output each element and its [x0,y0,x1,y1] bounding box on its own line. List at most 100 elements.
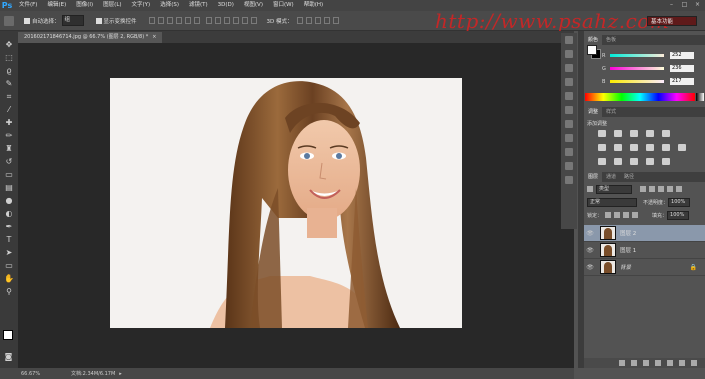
visibility-eye-icon[interactable]: 👁 [585,230,595,237]
clone-source-panel-icon[interactable] [565,134,573,142]
filter-adjustment-icon[interactable] [649,186,655,192]
black-white-icon[interactable] [630,144,638,151]
3d-slide-icon[interactable] [323,17,330,24]
distribute-hcenter-icon[interactable] [241,17,248,24]
quick-mask-icon[interactable]: ◙ [3,351,14,362]
character-panel-icon[interactable] [565,64,573,72]
maximize-button[interactable]: □ [680,1,689,9]
exposure-icon[interactable] [646,130,654,137]
posterize-icon[interactable] [614,158,622,165]
actions-panel-icon[interactable] [565,106,573,114]
paragraph-panel-icon[interactable] [565,78,573,86]
threshold-icon[interactable] [630,158,638,165]
close-button[interactable]: × [693,1,702,9]
menu-file[interactable]: 文件(F) [14,0,42,11]
menu-3d[interactable]: 3D(D) [213,0,239,11]
vibrance-icon[interactable] [662,130,670,137]
gradient-tool-icon[interactable]: ▤ [4,182,15,193]
filter-smart-object-icon[interactable] [676,186,682,192]
layer-row[interactable]: 👁 背景 🔒 [584,259,705,276]
3d-rotate-icon[interactable] [296,17,303,24]
hand-tool-icon[interactable]: ✋ [4,273,15,284]
distribute-bottom-icon[interactable] [223,17,230,24]
lasso-tool-icon[interactable]: ϱ [4,65,15,76]
zoom-tool-icon[interactable]: ⚲ [4,286,15,297]
align-vcenter-icon[interactable] [157,17,164,24]
hue-saturation-icon[interactable] [598,144,606,151]
brightness-contrast-icon[interactable] [598,130,606,137]
move-tool-preset-icon[interactable] [4,15,14,26]
align-hcenter-icon[interactable] [184,17,191,24]
lock-all-icon[interactable] [632,212,639,218]
green-value-field[interactable]: 236 [670,65,694,72]
crop-tool-icon[interactable]: ⌗ [4,91,15,102]
distribute-vcenter-icon[interactable] [214,17,221,24]
canvas-area[interactable] [18,43,574,368]
eraser-tool-icon[interactable]: ▭ [4,169,15,180]
red-value-field[interactable]: 252 [670,52,694,59]
layer-row[interactable]: 👁 图层 2 [584,225,705,242]
show-transform-checkbox[interactable] [95,17,102,24]
link-layers-icon[interactable] [619,360,625,366]
lock-transparent-icon[interactable] [605,212,612,218]
menu-type[interactable]: 文字(Y) [127,0,156,11]
layer-style-icon[interactable] [631,360,637,366]
tab-swatches[interactable]: 色板 [602,35,620,45]
tool-presets-panel-icon[interactable] [565,148,573,156]
align-right-icon[interactable] [193,17,200,24]
layer-comps-panel-icon[interactable] [565,176,573,184]
add-mask-icon[interactable] [643,360,649,366]
new-group-icon[interactable] [667,360,673,366]
auto-select-checkbox[interactable] [24,17,30,24]
distribute-top-icon[interactable] [205,17,212,24]
photo-filter-icon[interactable] [646,144,654,151]
3d-scale-icon[interactable] [332,17,339,24]
eyedropper-tool-icon[interactable]: ⁄ [4,104,15,115]
history-panel-icon[interactable] [565,36,573,44]
3d-drag-icon[interactable] [314,17,321,24]
clone-stamp-tool-icon[interactable]: ♜ [4,143,15,154]
menu-help[interactable]: 帮助(H) [299,0,328,11]
delete-layer-icon[interactable] [691,360,697,366]
align-top-icon[interactable] [148,17,155,24]
path-select-tool-icon[interactable]: ➤ [4,247,15,258]
distribute-left-icon[interactable] [232,17,239,24]
tab-layers[interactable]: 图层 [584,172,603,182]
foreground-color-swatch[interactable] [3,330,13,340]
tab-color[interactable]: 颜色 [584,35,603,45]
curves-icon[interactable] [630,130,638,137]
menu-filter[interactable]: 滤镜(T) [184,0,213,11]
document-tab-close-icon[interactable]: × [152,32,156,43]
tab-adjustments[interactable]: 调整 [584,107,603,117]
channel-mixer-icon[interactable] [662,144,670,151]
distribute-right-icon[interactable] [250,17,257,24]
filter-type-icon[interactable] [658,186,664,192]
move-tool-icon[interactable]: ✥ [4,39,15,50]
visibility-eye-icon[interactable]: 👁 [585,264,595,271]
healing-brush-tool-icon[interactable]: ✚ [4,117,15,128]
layer-kind-dropdown[interactable]: 类型 [596,184,632,194]
gradient-map-icon[interactable] [646,158,654,165]
layer-row[interactable]: 👁 图层 1 [584,242,705,259]
info-panel-icon[interactable] [565,120,573,128]
marquee-tool-icon[interactable]: ⬚ [4,52,15,63]
levels-icon[interactable] [614,130,622,137]
dodge-tool-icon[interactable]: ◐ [4,208,15,219]
green-slider[interactable] [610,67,664,70]
workspace-dropdown[interactable]: 基本功能 [647,16,697,26]
brush-panel-icon[interactable] [565,92,573,100]
document-image[interactable] [110,78,462,328]
color-panel-foreground-swatch[interactable] [587,45,597,55]
zoom-level[interactable]: 66.67% [18,371,67,377]
lock-image-icon[interactable] [614,212,621,218]
tab-channels[interactable]: 通道 [602,172,620,182]
quick-select-tool-icon[interactable]: ✎ [4,78,15,89]
history-brush-tool-icon[interactable]: ↺ [4,156,15,167]
color-spectrum[interactable] [585,93,695,101]
opacity-field[interactable]: 100% [668,197,691,207]
navigator-panel-icon[interactable] [565,162,573,170]
red-slider[interactable] [610,54,664,57]
menu-image[interactable]: 图像(I) [71,0,98,11]
pen-tool-icon[interactable]: ✒ [4,221,15,232]
type-tool-icon[interactable]: T [4,234,15,245]
